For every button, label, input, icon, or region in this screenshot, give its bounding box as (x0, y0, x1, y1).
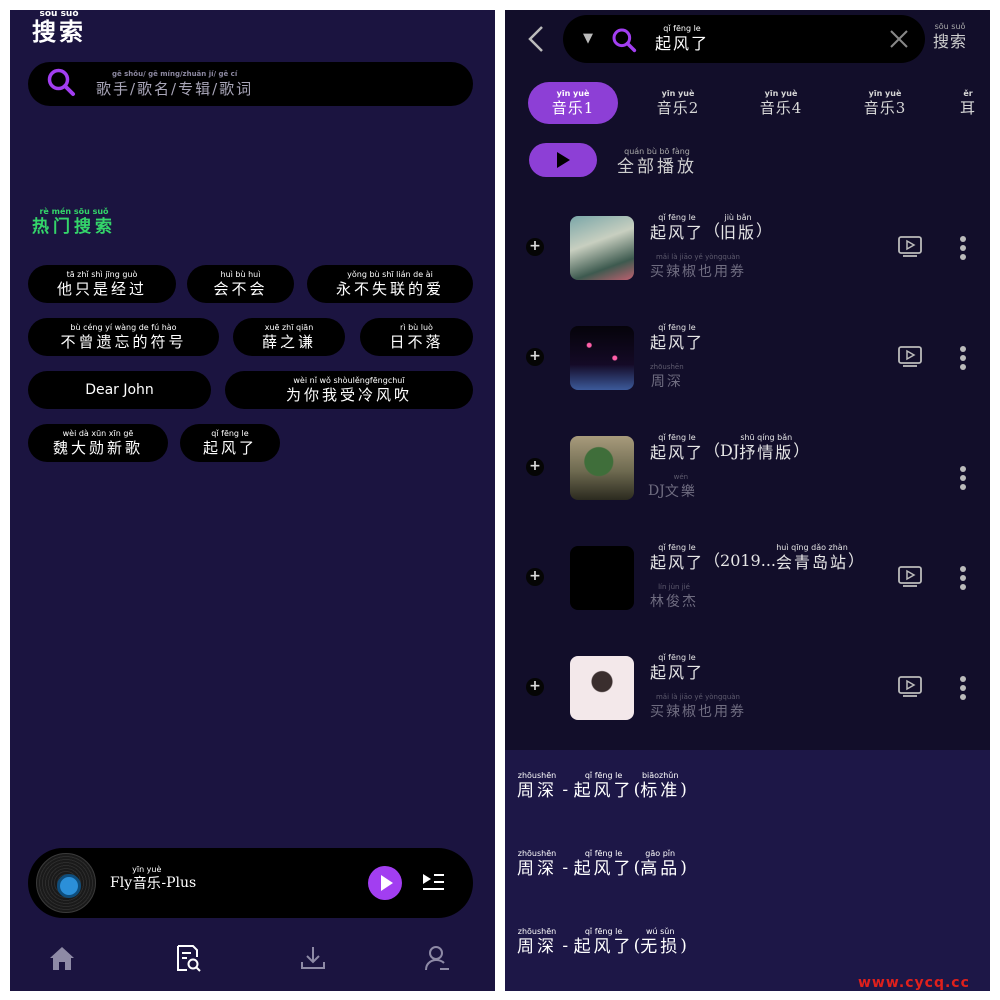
quality-option-lossless[interactable]: zhōushēn 周深 - qǐ fēng le 起风了(wú sǔn 无损) (517, 928, 687, 957)
song-cover (570, 326, 634, 390)
bottom-nav (10, 935, 495, 985)
more-icon[interactable] (959, 345, 967, 375)
hot-tag[interactable]: tā zhǐ shì jīng guò 他只是经过 (28, 265, 176, 303)
add-icon[interactable]: + (526, 568, 544, 586)
song-row[interactable]: + qǐ fēng le 起风了 （DJ shū qíng bǎn 抒情版） DJ wén… (505, 422, 990, 532)
tab-music-1[interactable]: yīn yuè 音乐1 (528, 82, 618, 124)
search-icon (46, 67, 76, 101)
song-artist: mǎi là jiāo yě yòngquàn 买辣椒也用券 (650, 253, 746, 280)
hot-tag[interactable]: Dear John (28, 371, 211, 409)
song-artist: DJ wén 文樂 (648, 473, 697, 500)
song-cover (570, 546, 634, 610)
quality-sheet: zhōushēn 周深 - qǐ fēng le 起风了(biāozhǔn 标准) z… (505, 750, 990, 991)
search-page: sōu suǒ 搜索 gē shǒu/ gē míng/zhuān jí/ gē … (10, 10, 495, 991)
search-button[interactable]: sōu suǒ 搜索 (933, 23, 967, 50)
tab-music-4[interactable]: yīn yuè 音乐4 (736, 82, 826, 124)
song-title: qǐ fēng le 起风了 （DJ shū qíng bǎn 抒情版） (650, 433, 810, 462)
song-artist: lín jùn jié 林俊杰 (650, 583, 698, 610)
song-title: qǐ fēng le 起风了 （2019... huì qīng dǎo zhàn 会青… (650, 543, 865, 572)
mv-icon[interactable] (898, 566, 922, 592)
hot-tag[interactable]: rì bù luò 日不落 (360, 318, 473, 356)
song-cover (570, 216, 634, 280)
more-icon[interactable] (959, 465, 967, 495)
more-icon[interactable] (959, 235, 967, 265)
song-title: qǐ fēng le 起风了 (650, 323, 705, 352)
download-icon[interactable] (298, 943, 328, 977)
clear-icon[interactable] (889, 29, 909, 53)
hot-tag[interactable]: bù céng yí wàng de fú hào 不曾遗忘的符号 (28, 318, 219, 356)
song-cover (570, 656, 634, 720)
search-input[interactable]: ▼ qǐ fēng le 起风了 (563, 15, 925, 63)
search-placeholder: gē shǒu/ gē míng/zhuān jí/ gē cí 歌手/歌名/专辑… (96, 70, 254, 98)
hot-tag[interactable]: yǒng bù shī lián de ài 永不失联的爱 (307, 265, 473, 303)
hot-search-title: rè mén sōu suǒ 热门搜索 (32, 207, 116, 237)
song-cover (570, 436, 634, 500)
song-artist: zhōushēn 周深 (650, 363, 684, 390)
back-icon[interactable] (525, 24, 547, 58)
song-row[interactable]: + qǐ fēng le 起风了（jiù bǎn 旧版） mǎi là jiāo y… (505, 202, 990, 312)
watermark: www.cycq.cc (858, 975, 970, 991)
more-icon[interactable] (959, 565, 967, 595)
song-title: qǐ fēng le 起风了（jiù bǎn 旧版） (650, 213, 773, 242)
song-row[interactable]: + qǐ fēng le 起风了 （2019... huì qīng dǎo zhàn… (505, 532, 990, 642)
add-icon[interactable]: + (526, 348, 544, 366)
mv-icon[interactable] (898, 236, 922, 262)
play-all-button[interactable] (529, 143, 597, 177)
user-icon[interactable] (422, 943, 452, 977)
mini-player[interactable]: Fly yīn yuè 音乐 -Plus (28, 848, 473, 918)
song-row[interactable]: + qǐ fēng le 起风了 mǎi là jiāo yě yòngquàn 买… (505, 642, 990, 752)
mv-icon[interactable] (898, 346, 922, 372)
source-tabs: yīn yuè 音乐1 yīn yuè 音乐2 yīn yuè 音乐4 yīn yuè… (505, 82, 990, 124)
more-icon[interactable] (959, 675, 967, 705)
search-icon (611, 27, 637, 57)
quality-option-high[interactable]: zhōushēn 周深 - qǐ fēng le 起风了(gāo pǐn 高品) (517, 850, 687, 879)
hot-tag[interactable]: wèi dà xūn xīn gē 魏大勋新歌 (28, 424, 168, 462)
page-title: sōu suǒ 搜索 (32, 10, 86, 46)
search-input[interactable]: gē shǒu/ gē míng/zhuān jí/ gē cí 歌手/歌名/专辑… (28, 62, 473, 106)
tab-music-2[interactable]: yīn yuè 音乐2 (633, 82, 723, 124)
album-disc (36, 853, 96, 913)
song-title: qǐ fēng le 起风了 (650, 653, 705, 682)
play-button[interactable] (368, 866, 402, 900)
hot-tag[interactable]: wèi nǐ wǒ shòulěngfēngchuī 为你我受冷风吹 (225, 371, 473, 409)
song-artist: mǎi là jiāo yě yòngquàn 买辣椒也用券 (650, 693, 746, 720)
add-icon[interactable]: + (526, 238, 544, 256)
search-history-icon[interactable] (173, 943, 203, 977)
add-icon[interactable]: + (526, 458, 544, 476)
song-row[interactable]: + qǐ fēng le 起风了 zhōushēn 周深 (505, 312, 990, 422)
queue-icon[interactable] (421, 870, 445, 898)
hot-tag[interactable]: xuē zhī qiān 薛之谦 (233, 318, 345, 356)
mv-icon[interactable] (898, 676, 922, 702)
add-icon[interactable]: + (526, 678, 544, 696)
home-icon[interactable] (47, 943, 77, 977)
player-title: Fly yīn yuè 音乐 -Plus (110, 865, 197, 892)
search-query: qǐ fēng le 起风了 (655, 24, 710, 53)
play-all-label: quán bù bō fàng 全部播放 (617, 147, 697, 177)
tab-more[interactable]: ěr 耳 (960, 82, 990, 124)
hot-tag[interactable]: qǐ fēng le 起风了 (180, 424, 280, 462)
search-results-page: ▼ qǐ fēng le 起风了 sōu suǒ 搜索 yīn yuè 音乐1 yīn… (505, 10, 990, 991)
hot-tag[interactable]: huì bù huì 会不会 (187, 265, 294, 303)
tab-music-3[interactable]: yīn yuè 音乐3 (840, 82, 930, 124)
quality-option-standard[interactable]: zhōushēn 周深 - qǐ fēng le 起风了(biāozhǔn 标准) (517, 772, 687, 801)
dropdown-icon[interactable]: ▼ (583, 31, 593, 46)
